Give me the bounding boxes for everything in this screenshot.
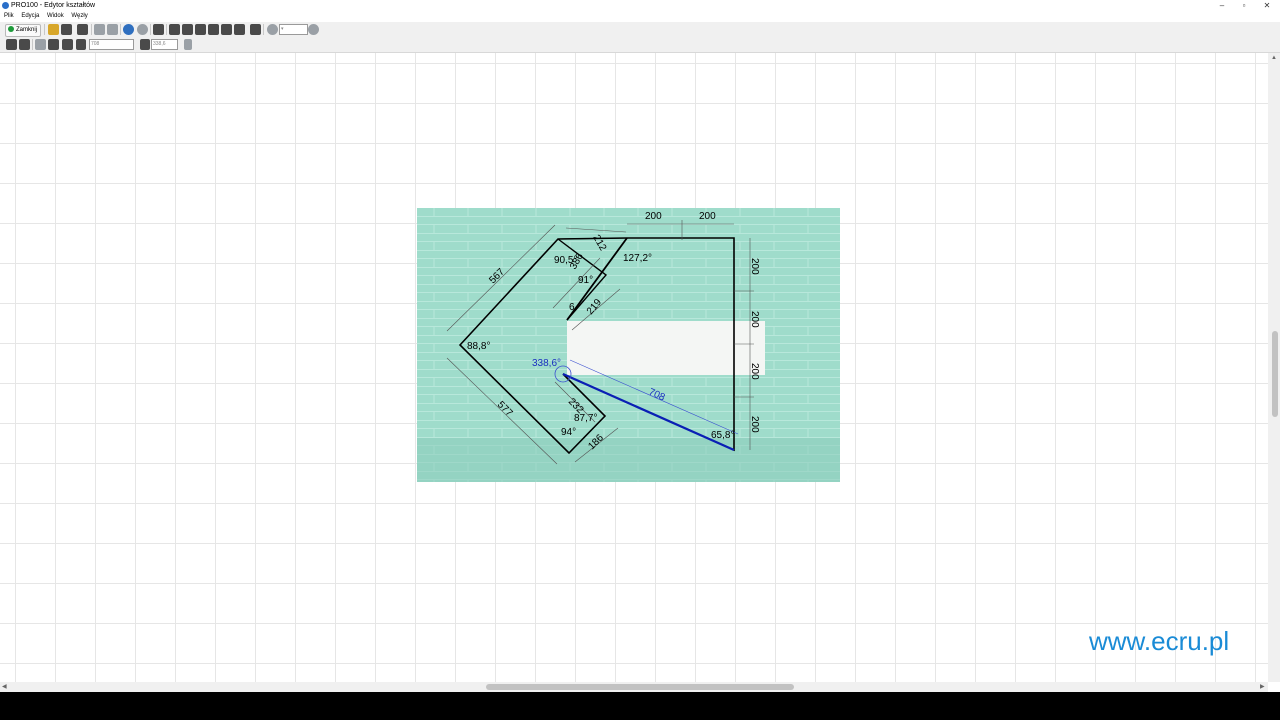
- angle-87-7: 87,7°: [574, 413, 597, 424]
- print-preview-icon[interactable]: [107, 24, 118, 35]
- line-icon[interactable]: [35, 39, 46, 50]
- drawing-canvas[interactable]: 200 200 200 200 200 200 567 577 212 386 …: [0, 53, 1268, 682]
- dim-right-2: 200: [749, 311, 760, 328]
- dim-567: 567: [487, 266, 507, 286]
- vertical-scroll-thumb[interactable]: [1272, 331, 1278, 417]
- separator: [32, 39, 33, 50]
- angle-338-6: 338,6°: [532, 358, 561, 369]
- list-icon[interactable]: [169, 24, 180, 35]
- grid-icon[interactable]: [153, 24, 164, 35]
- dim-right-3: 200: [749, 363, 760, 380]
- flip-vertical-icon[interactable]: [208, 24, 219, 35]
- angle-65-8: 65,8°: [711, 430, 734, 441]
- separator: [150, 24, 151, 35]
- angle-88-8: 88,8°: [467, 341, 490, 352]
- dim-577: 577: [495, 399, 515, 419]
- angle-94: 94°: [561, 427, 576, 438]
- circle-icon[interactable]: [137, 24, 148, 35]
- separator: [120, 24, 121, 35]
- dim-right-1: 200: [749, 258, 760, 275]
- remove-node-icon[interactable]: [19, 39, 30, 50]
- import-icon[interactable]: [77, 24, 88, 35]
- selected-edge[interactable]: [562, 372, 735, 452]
- scroll-left-icon[interactable]: ◀: [2, 683, 7, 690]
- apply-icon[interactable]: [184, 39, 192, 50]
- app-icon: [2, 2, 9, 9]
- vertical-scrollbar[interactable]: ▲: [1268, 53, 1280, 682]
- separator: [44, 24, 45, 35]
- dim-line-212: [565, 227, 627, 233]
- main-toolbar: Zamknij ▾: [0, 22, 1280, 37]
- angle-input[interactable]: 338,6: [151, 39, 178, 50]
- undo-icon[interactable]: [221, 24, 232, 35]
- save-icon[interactable]: [61, 24, 72, 35]
- length-icon: [76, 39, 86, 50]
- green-circle-icon: [8, 26, 14, 33]
- window-title: PRO100 - Edytor kształtów: [11, 2, 96, 9]
- open-icon[interactable]: [48, 24, 59, 35]
- shape-drawing: 200 200 200 200 200 200 567 577 212 386 …: [446, 211, 760, 465]
- curve-icon[interactable]: [62, 39, 73, 50]
- separator: [166, 24, 167, 35]
- dim-top-1: 200: [645, 211, 662, 222]
- node-icon[interactable]: [182, 24, 193, 35]
- print-icon[interactable]: [94, 24, 105, 35]
- video-bottom-bar: [0, 692, 1280, 720]
- magnet-icon[interactable]: [250, 24, 261, 35]
- scroll-up-icon[interactable]: ▲: [1271, 55, 1277, 61]
- zoom-in-icon[interactable]: [308, 24, 319, 35]
- title-bar: PRO100 - Edytor kształtów – ▫ ✕: [0, 0, 1280, 11]
- zoom-out-icon[interactable]: [267, 24, 278, 35]
- dim-219: 219: [585, 297, 604, 317]
- length-input[interactable]: 708: [89, 39, 134, 50]
- menu-widok[interactable]: Widok: [47, 13, 64, 19]
- minimize-button[interactable]: –: [1211, 0, 1233, 11]
- zoom-select[interactable]: ▾: [279, 24, 308, 35]
- dim-186: 186: [586, 432, 606, 452]
- mirror-icon[interactable]: [234, 24, 245, 35]
- close-window-button[interactable]: ✕: [1256, 0, 1278, 11]
- arc-icon[interactable]: [48, 39, 59, 50]
- horizontal-scrollbar[interactable]: ◀ ▶: [0, 682, 1268, 692]
- dim-top-2: 200: [699, 211, 716, 222]
- close-button-label: Zamknij: [16, 27, 38, 33]
- scroll-right-icon[interactable]: ▶: [1260, 683, 1265, 690]
- menu-plik[interactable]: Plik: [4, 13, 14, 19]
- menu-wezly[interactable]: Węzły: [71, 13, 87, 19]
- menu-bar: Plik Edycja Widok Węzły: [0, 11, 1280, 21]
- maximize-button[interactable]: ▫: [1233, 0, 1255, 11]
- watermark-url: www.ecru.pl: [1089, 626, 1230, 656]
- angle-icon: [140, 39, 150, 50]
- angle-6: 6: [569, 302, 575, 313]
- separator: [91, 24, 92, 35]
- edit-toolbar: 708 338,6: [0, 37, 1280, 53]
- horizontal-scroll-thumb[interactable]: [486, 684, 794, 690]
- flip-horizontal-icon[interactable]: [195, 24, 206, 35]
- dim-212: 212: [590, 233, 608, 253]
- angle-127-2: 127,2°: [623, 253, 652, 264]
- menu-edycja[interactable]: Edycja: [21, 13, 39, 19]
- close-shape-editor-button[interactable]: Zamknij: [5, 24, 41, 37]
- dim-right-4: 200: [749, 416, 760, 433]
- angle-91: 91°: [578, 275, 593, 286]
- angle-90-5: 90,5°: [554, 255, 577, 266]
- separator: [263, 24, 264, 35]
- add-node-icon[interactable]: [6, 39, 17, 50]
- globe-icon[interactable]: [123, 24, 134, 35]
